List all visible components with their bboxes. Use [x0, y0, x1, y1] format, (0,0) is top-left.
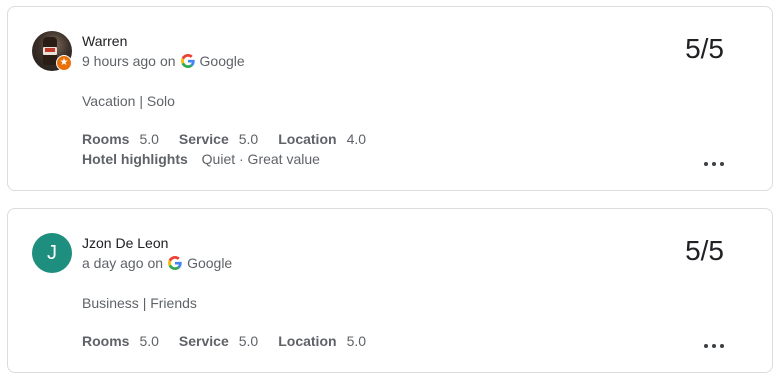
- rating-label-location: Location: [278, 131, 337, 147]
- reviewer-avatar[interactable]: J: [32, 233, 72, 273]
- rating-label-rooms: Rooms: [82, 131, 130, 147]
- rating-label-rooms: Rooms: [82, 333, 130, 349]
- rating-value-location: 5.0: [346, 333, 367, 349]
- rating-value-rooms: 5.0: [139, 131, 159, 147]
- highlights-label: Hotel highlights: [82, 151, 188, 167]
- google-icon: [168, 256, 182, 270]
- review-meta: a day ago on Google: [82, 255, 232, 271]
- category-ratings: Rooms 5.0 Service 5.0 Location 4.0: [82, 131, 386, 147]
- review-source: Google: [199, 53, 245, 69]
- review-card: J Jzon De Leon a day ago on Google 5/5 B…: [7, 208, 773, 373]
- review-score: 5/5: [685, 235, 724, 266]
- category-ratings: Rooms 5.0 Service 5.0 Location 5.0: [82, 333, 386, 349]
- rating-value-rooms: 5.0: [139, 333, 159, 349]
- review-on-label: on: [147, 255, 164, 271]
- review-time: a day ago: [82, 255, 144, 271]
- review-on-label: on: [159, 53, 176, 69]
- review-time: 9 hours ago: [82, 53, 156, 69]
- review-source: Google: [187, 255, 233, 271]
- reviewer-name[interactable]: Jzon De Leon: [82, 235, 168, 251]
- review-score: 5/5: [685, 33, 724, 64]
- rating-value-location: 4.0: [346, 131, 367, 147]
- hotel-highlights: Hotel highlights Quiet · Great value: [82, 151, 320, 167]
- more-horizontal-icon[interactable]: [704, 159, 724, 169]
- reviewer-avatar[interactable]: ★: [32, 31, 72, 71]
- reviewer-name[interactable]: Warren: [82, 33, 127, 49]
- rating-label-location: Location: [278, 333, 337, 349]
- google-icon: [180, 54, 195, 68]
- local-guide-star-icon: ★: [56, 55, 72, 71]
- highlights-value: Quiet · Great value: [201, 151, 320, 167]
- rating-label-service: Service: [178, 333, 229, 349]
- review-meta: 9 hours ago on Google: [82, 53, 245, 69]
- trip-type: Vacation | Solo: [82, 93, 175, 109]
- review-card: ★ Warren 9 hours ago on Google 5/5 Vacat…: [7, 6, 773, 191]
- rating-label-service: Service: [178, 131, 229, 147]
- rating-value-service: 5.0: [238, 131, 259, 147]
- rating-value-service: 5.0: [238, 333, 259, 349]
- trip-type: Business | Friends: [82, 295, 197, 311]
- more-horizontal-icon[interactable]: [704, 341, 724, 351]
